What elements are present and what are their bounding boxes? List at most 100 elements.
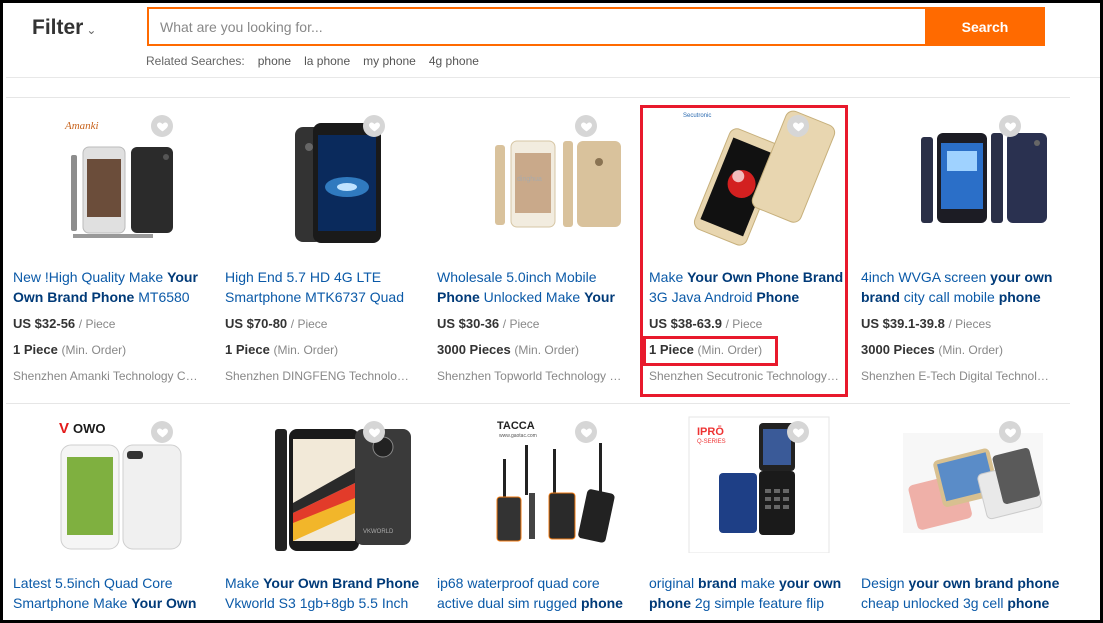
svg-text:dinghua: dinghua [517,176,542,183]
title-text: Make [225,575,264,591]
product-price: US $39.1-39.8 / Pieces [861,316,991,331]
min-order: 1 Piece (Min. Order) [13,342,126,357]
title-text: High End 5.7 HD 4G LTE Smartphone MTK673… [225,269,404,305]
supplier-name[interactable]: Shenzhen DINGFENG Technology Co., Ltd. [225,369,415,383]
min-order: 1 Piece (Min. Order) [225,342,338,357]
product-title[interactable]: ip68 waterproof quad core active dual si… [437,573,637,613]
price-value: US $30-36 [437,316,500,331]
product-card[interactable]: TACCA www.gaotac.com ip68 waterproof quad … [437,413,637,618]
min-order-value: 1 Piece [225,342,270,357]
heart-icon[interactable] [787,421,809,443]
related-keyword-phone[interactable]: phone [258,54,291,68]
product-image[interactable]: V OWO [23,413,223,553]
search-input[interactable] [149,9,925,44]
product-image[interactable] [871,107,1071,247]
product-title[interactable]: High End 5.7 HD 4G LTE Smartphone MTK673… [225,267,425,307]
svg-text:TACCA: TACCA [497,420,535,432]
product-image[interactable]: TACCA www.gaotac.com [447,413,647,553]
product-title[interactable]: Latest 5.5inch Quad Core Smartphone Make… [13,573,213,613]
row-divider [6,403,1070,404]
min-order-value: 3000 Pieces [861,342,935,357]
title-text: Wholesale 5.0inch Mobile [437,269,597,285]
product-card[interactable]: IPRŌ Q-SERIES original brand make your own… [649,413,849,618]
title-text: ip68 waterproof quad core active dual si… [437,575,600,611]
supplier-name[interactable]: Shenzhen Topworld Technology Co., Ltd. [437,369,627,383]
heart-icon[interactable] [575,115,597,137]
product-image[interactable] [235,107,435,247]
heart-icon[interactable] [999,115,1021,137]
heart-icon[interactable] [151,421,173,443]
search-button[interactable]: Search [925,7,1045,46]
heart-icon[interactable] [575,421,597,443]
heart-icon[interactable] [999,421,1021,443]
price-value: US $39.1-39.8 [861,316,945,331]
product-card[interactable]: Amanki New !High Quality Make Your Own Br… [13,107,213,387]
product-card[interactable]: dinghua Wholesale 5.0inch Mobile Phone Un… [437,107,637,387]
related-keyword-my-phone[interactable]: my phone [363,54,416,68]
product-image[interactable]: IPRŌ Q-SERIES [659,413,859,553]
product-image[interactable]: dinghua [447,107,647,247]
search-box [147,7,925,46]
price-value: US $70-80 [225,316,288,331]
title-text: New !High Quality Make [13,269,168,285]
product-price: US $30-36 / Piece [437,316,539,331]
title-keyword: Your Own Brand Phone [263,575,420,591]
title-keyword: your own [778,575,842,591]
title-keyword: phone [998,289,1041,305]
min-order-unit: (Min. Order) [514,343,580,357]
product-card[interactable]: VKWORLD Make Your Own Brand Phone Vkworld… [225,413,425,618]
title-text: city call mobile [899,289,999,305]
title-text: Vkworld S3 1gb+8gb 5.5 Inch [225,595,409,611]
header-divider [6,77,1100,78]
product-card[interactable]: High End 5.7 HD 4G LTE Smartphone MTK673… [225,107,425,387]
min-order-unit: (Min. Order) [273,343,339,357]
product-title[interactable]: Design your own brand phone cheap unlock… [861,573,1061,613]
title-keyword: Phone [437,289,480,305]
product-title[interactable]: original brand make your own phone 2g si… [649,573,849,613]
product-card[interactable]: V OWO Latest 5.5inch Quad Core Smartphone … [13,413,213,618]
price-unit: / Piece [502,317,540,331]
related-keyword-4g-phone[interactable]: 4g phone [429,54,479,68]
related-searches: Related Searches: phone la phone my phon… [146,54,492,68]
price-unit: / Piece [290,317,328,331]
title-text: cheap unlocked 3g cell [861,595,1008,611]
title-keyword: phone [649,595,691,611]
heart-icon[interactable] [363,115,385,137]
min-order: 3000 Pieces (Min. Order) [861,342,1003,357]
product-image[interactable]: Amanki [23,107,223,247]
product-title[interactable]: Make Your Own Brand Phone Vkworld S3 1gb… [225,573,425,613]
page-frame: Filter⌄ Search Related Searches: phone l… [0,0,1103,623]
heart-icon[interactable] [363,421,385,443]
product-image[interactable]: VKWORLD [235,413,435,553]
svg-text:VKWORLD: VKWORLD [363,529,394,535]
heart-icon[interactable] [151,115,173,137]
price-unit: / Piece [78,317,116,331]
title-keyword: phone [580,595,623,611]
filter-dropdown[interactable]: Filter ⌄ [32,16,96,40]
title-text: make [736,575,779,591]
title-keyword: phone [1007,595,1050,611]
svg-text:Amanki: Amanki [64,120,99,132]
product-image[interactable] [871,413,1071,553]
title-keyword: Your Own [131,595,197,611]
chevron-down-icon: ⌄ [86,23,97,37]
product-title[interactable]: New !High Quality Make Your Own Brand Ph… [13,267,213,307]
svg-text:IPRŌ: IPRŌ [697,426,724,438]
product-title[interactable]: 4inch WVGA screen your own brand city ca… [861,267,1061,307]
related-keyword-la-phone[interactable]: la phone [304,54,350,68]
min-order-value: 1 Piece [13,342,58,357]
price-value: US $32-56 [13,316,76,331]
min-order: 3000 Pieces (Min. Order) [437,342,579,357]
related-searches-label: Related Searches: [146,54,245,68]
product-card[interactable]: 4inch WVGA screen your own brand city ca… [861,107,1061,387]
title-text: 2g simple feature flip [691,595,825,611]
svg-text:OWO: OWO [73,421,106,436]
svg-text:www.gaotac.com: www.gaotac.com [499,433,537,439]
product-title[interactable]: Wholesale 5.0inch Mobile Phone Unlocked … [437,267,637,307]
product-price: US $32-56 / Piece [13,316,115,331]
supplier-name[interactable]: Shenzhen Amanki Technology Co., Ltd. [13,369,203,383]
product-card[interactable]: Design your own brand phone cheap unlock… [861,413,1061,618]
title-text: 4inch WVGA screen [861,269,991,285]
title-text: original [649,575,699,591]
supplier-name[interactable]: Shenzhen E-Tech Digital Technology Co., … [861,369,1051,383]
